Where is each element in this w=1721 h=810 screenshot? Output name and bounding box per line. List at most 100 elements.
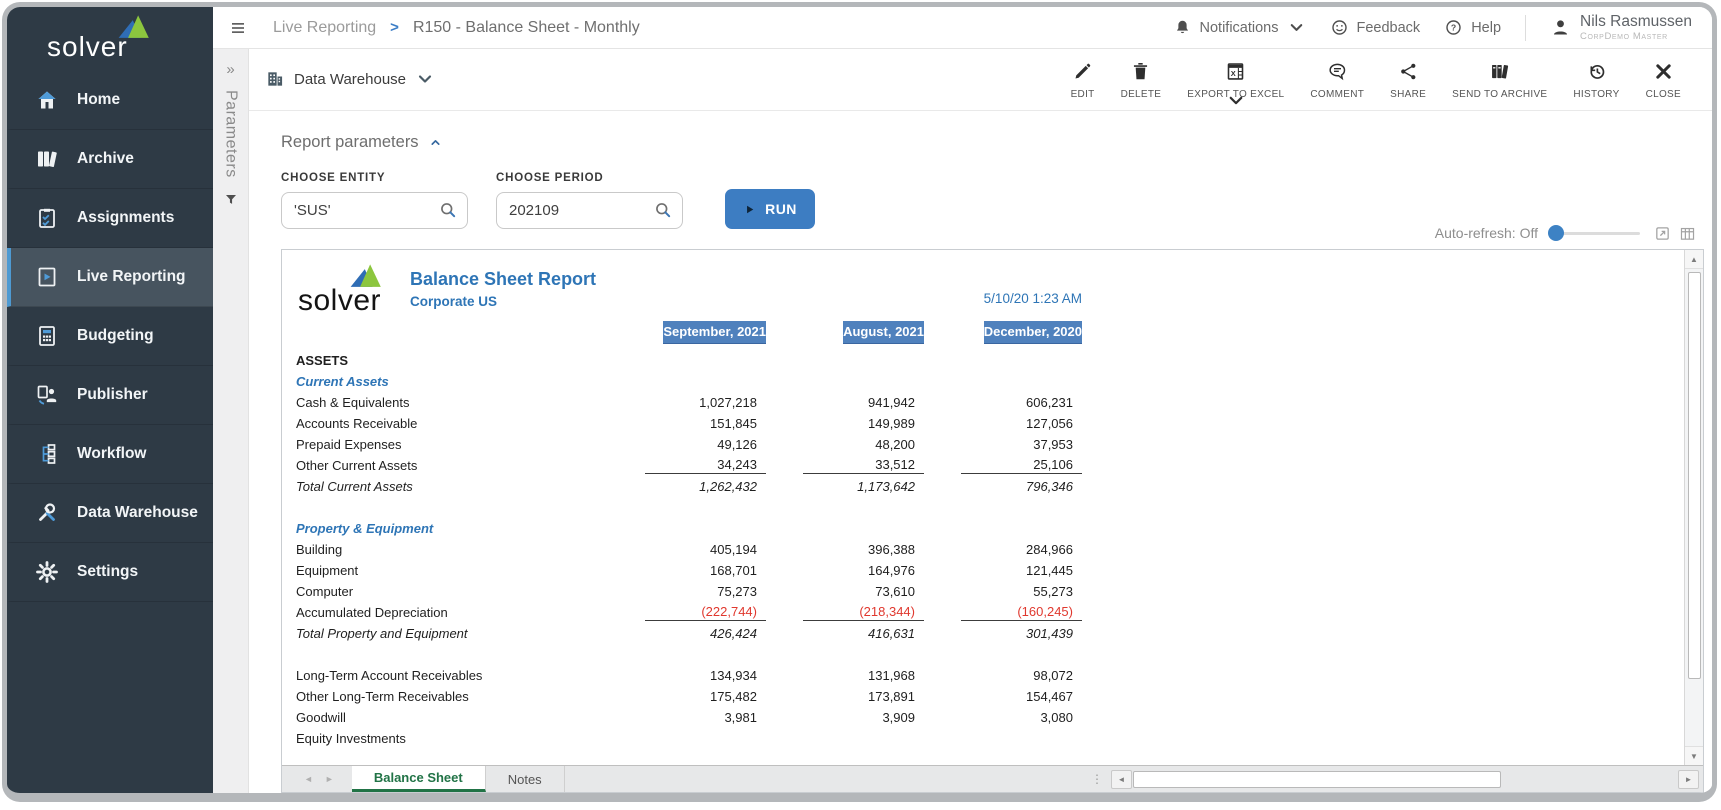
row-value: 55,273: [961, 584, 1082, 599]
row-value-cell: 168,701: [611, 563, 769, 578]
row-value-cell: 606,231: [927, 395, 1085, 410]
sidebar-item-label: Settings: [77, 563, 138, 581]
report-row: [296, 644, 1684, 665]
row-value: 49,126: [645, 437, 766, 452]
vertical-scrollbar[interactable]: ▲ ▼: [1684, 250, 1703, 765]
hamburger-menu-icon[interactable]: [229, 19, 247, 37]
report-row: Other Current Assets34,24333,51225,106: [296, 455, 1684, 476]
horizontal-scroll-thumb[interactable]: [1133, 771, 1501, 788]
sidebar-item-label: Live Reporting: [77, 268, 186, 286]
report-parameters-toggle[interactable]: Report parameters: [281, 133, 442, 152]
horizontal-scrollbar[interactable]: ◄ ►: [1111, 766, 1703, 792]
slider-knob[interactable]: [1548, 225, 1564, 241]
user-menu[interactable]: Nils Rasmussen CorpDemo Master: [1550, 13, 1692, 42]
sidebar-item-budgeting[interactable]: Budgeting: [7, 307, 213, 366]
row-label: Cash & Equivalents: [296, 395, 611, 410]
search-icon[interactable]: [438, 200, 458, 220]
scroll-right-button[interactable]: ►: [1678, 770, 1699, 789]
data-warehouse-icon: [35, 501, 59, 525]
sidebar-item-archive[interactable]: Archive: [7, 130, 213, 189]
delete-button[interactable]: DELETE: [1108, 61, 1175, 100]
row-value: 941,942: [803, 395, 924, 410]
row-value-cell: 134,934: [611, 668, 769, 683]
scroll-left-button[interactable]: ◄: [1111, 770, 1132, 789]
row-value: 154,467: [961, 689, 1082, 704]
sheet-tab-balance-sheet[interactable]: Balance Sheet: [352, 766, 486, 792]
notifications-button[interactable]: Notifications: [1173, 18, 1306, 37]
parameters-strip: » Parameters: [213, 49, 249, 793]
smiley-icon: [1330, 18, 1349, 37]
sidebar-item-settings[interactable]: Settings: [7, 543, 213, 602]
help-button[interactable]: ? Help: [1444, 18, 1501, 37]
sidebar-item-data-warehouse[interactable]: Data Warehouse: [7, 484, 213, 543]
report-rows: ASSETSCurrent AssetsCash & Equivalents1,…: [296, 350, 1684, 749]
row-value-cell: 3,909: [769, 710, 927, 725]
row-value-cell: 34,243: [611, 457, 769, 474]
search-icon[interactable]: [653, 200, 673, 220]
row-value-cell: [927, 500, 1085, 515]
open-in-window-icon[interactable]: [1654, 225, 1671, 242]
breadcrumb-separator: >: [390, 19, 399, 36]
sidebar-item-live-reporting[interactable]: Live Reporting: [7, 248, 213, 307]
edit-button[interactable]: EDIT: [1058, 61, 1108, 100]
row-value-cell: 175,482: [611, 689, 769, 704]
grid-view-icon[interactable]: [1679, 225, 1696, 242]
collapse-parameters-button[interactable]: »: [226, 61, 234, 78]
vertical-scroll-thumb[interactable]: [1688, 272, 1701, 679]
auto-refresh-slider[interactable]: [1548, 225, 1640, 241]
row-value-cell: 426,424: [611, 626, 769, 641]
sidebar-item-workflow[interactable]: Workflow: [7, 425, 213, 484]
prev-sheet-button[interactable]: ◄: [304, 774, 313, 784]
row-value-cell: 396,388: [769, 542, 927, 557]
row-value-cell: [769, 374, 927, 389]
row-value: 396,388: [803, 542, 924, 557]
share-button[interactable]: SHARE: [1377, 61, 1439, 100]
row-value-cell: 164,976: [769, 563, 927, 578]
scroll-down-button[interactable]: ▼: [1685, 746, 1703, 765]
column-header-row: September, 2021 August, 2021 December, 2…: [296, 318, 1684, 344]
row-label: Building: [296, 542, 611, 557]
breadcrumb-section[interactable]: Live Reporting: [273, 19, 376, 37]
scroll-up-button[interactable]: ▲: [1685, 250, 1703, 269]
row-value: 121,445: [961, 563, 1082, 578]
chevron-down-icon: [1287, 18, 1306, 37]
history-button[interactable]: HISTORY: [1560, 61, 1632, 100]
sidebar-item-label: Budgeting: [77, 327, 154, 345]
splitter-handle[interactable]: ⋮: [1083, 766, 1111, 792]
sidebar-item-home[interactable]: Home: [7, 71, 213, 130]
close-button[interactable]: CLOSE: [1633, 61, 1694, 100]
export-to-excel-button[interactable]: XEXPORT TO EXCEL: [1174, 61, 1297, 100]
report-row: Equity Investments: [296, 728, 1684, 749]
data-source-selector[interactable]: Data Warehouse: [265, 69, 435, 89]
row-label: Total Property and Equipment: [296, 626, 611, 641]
row-value-cell: 149,989: [769, 416, 927, 431]
report-row: Property & Equipment: [296, 518, 1684, 539]
row-value-cell: [927, 731, 1085, 746]
row-label: Equipment: [296, 563, 611, 578]
report-logo-text: solver: [298, 284, 381, 318]
row-label: Current Assets: [296, 374, 611, 389]
filter-funnel-icon[interactable]: [223, 192, 239, 208]
sidebar-item-label: Publisher: [77, 386, 148, 404]
row-value-cell: 3,981: [611, 710, 769, 725]
building-icon: [265, 69, 285, 89]
sheet-tab-notes[interactable]: Notes: [486, 766, 565, 792]
comment-button[interactable]: COMMENT: [1297, 61, 1377, 100]
row-value-cell: [769, 353, 927, 368]
main-area: Live Reporting > R150 - Balance Sheet - …: [213, 7, 1712, 793]
row-value-cell: [611, 731, 769, 746]
row-value-cell: (218,344): [769, 604, 927, 621]
row-value: 151,845: [645, 416, 766, 431]
row-value-cell: (160,245): [927, 604, 1085, 621]
next-sheet-button[interactable]: ►: [325, 774, 334, 784]
close-icon: [1653, 61, 1674, 82]
send-to-archive-button[interactable]: SEND TO ARCHIVE: [1439, 61, 1560, 100]
sidebar-item-assignments[interactable]: Assignments: [7, 189, 213, 248]
sidebar-item-publisher[interactable]: Publisher: [7, 366, 213, 425]
parameters-strip-label[interactable]: Parameters: [222, 90, 240, 178]
breadcrumb-title: R150 - Balance Sheet - Monthly: [413, 19, 640, 37]
row-value: 48,200: [803, 437, 924, 452]
run-label: RUN: [765, 201, 797, 217]
feedback-button[interactable]: Feedback: [1330, 18, 1421, 37]
row-value: 426,424: [645, 626, 766, 641]
